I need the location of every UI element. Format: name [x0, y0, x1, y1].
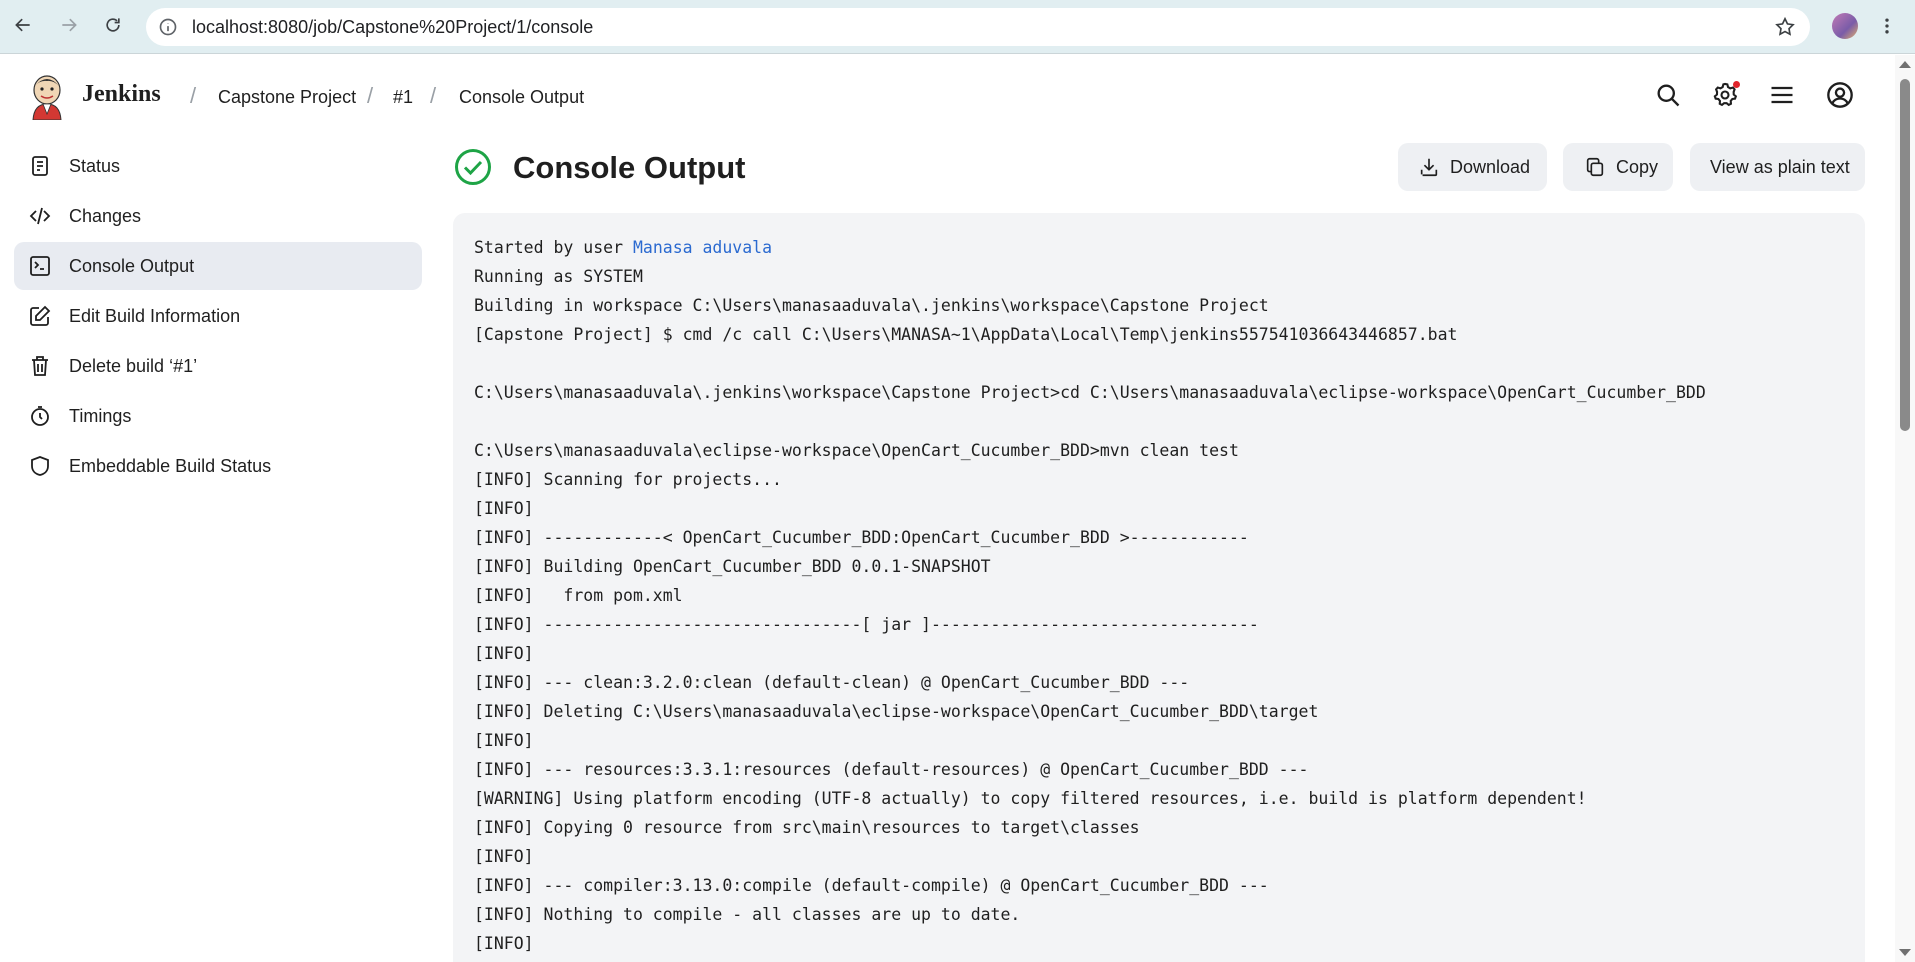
sidebar-item-embeddable-build-status[interactable]: Embeddable Build Status	[14, 442, 422, 490]
console-line: [INFO] from pom.xml	[474, 586, 683, 605]
sidebar-item-status[interactable]: Status	[14, 142, 422, 190]
sidebar-item-timings[interactable]: Timings	[14, 392, 422, 440]
user-icon[interactable]	[1826, 81, 1854, 109]
sidebar-item-edit-build-information[interactable]: Edit Build Information	[14, 292, 422, 340]
breadcrumb-separator: /	[190, 83, 197, 108]
download-icon	[1420, 158, 1438, 177]
console-line: [INFO] Copying 0 resource from src\main\…	[474, 818, 1140, 837]
breadcrumb-separator: /	[430, 83, 437, 108]
console-line: Building in workspace C:\Users\manasaadu…	[474, 296, 1269, 315]
console-text: Started by user	[474, 238, 633, 257]
console-line: [INFO] Nothing to compile - all classes …	[474, 905, 1021, 924]
copy-button[interactable]: Copy	[1563, 143, 1673, 191]
sidebar-item-label: Changes	[69, 205, 142, 226]
notification-dot	[1733, 81, 1740, 88]
trash-icon	[28, 354, 52, 378]
jenkins-header: Jenkins / Capstone Project / #1 / Consol…	[0, 55, 1895, 139]
document-icon	[28, 154, 52, 178]
console-line: [INFO] Deleting C:\Users\manasaaduvala\e…	[474, 702, 1319, 721]
shield-icon	[28, 454, 52, 478]
forward-icon[interactable]	[54, 10, 84, 40]
address-bar[interactable]: localhost:8080/job/Capstone%20Project/1/…	[146, 8, 1810, 46]
jenkins-logo-icon[interactable]	[28, 74, 66, 121]
console-log: Started by user Manasa aduvala Running as…	[474, 233, 1844, 958]
success-check-icon	[454, 148, 492, 186]
scroll-down-icon[interactable]	[1899, 949, 1911, 956]
console-line: [INFO] Scanning for projects...	[474, 470, 782, 489]
console-line: [INFO] --- resources:3.3.1:resources (de…	[474, 760, 1309, 779]
console-line: [INFO] --------------------------------[…	[474, 615, 1259, 634]
sidebar: Status Changes Console Output Edit Build…	[14, 142, 422, 492]
breadcrumb-console[interactable]: Console Output	[459, 87, 584, 108]
sidebar-item-label: Timings	[69, 405, 132, 426]
scrollbar-thumb[interactable]	[1900, 79, 1910, 431]
page-title: Console Output	[513, 150, 746, 185]
view-plain-text-button[interactable]: View as plain text	[1690, 143, 1865, 191]
search-icon[interactable]	[1654, 81, 1682, 109]
sidebar-item-label: Console Output	[69, 255, 195, 276]
profile-avatar[interactable]	[1832, 13, 1858, 39]
browser-toolbar: localhost:8080/job/Capstone%20Project/1/…	[0, 0, 1915, 54]
sidebar-item-changes[interactable]: Changes	[14, 192, 422, 240]
terminal-icon	[28, 254, 52, 278]
breadcrumb-separator: /	[367, 83, 374, 108]
console-line: C:\Users\manasaaduvala\.jenkins\workspac…	[474, 383, 1706, 402]
view-plain-text-label: View as plain text	[1710, 156, 1850, 177]
sidebar-item-label: Embeddable Build Status	[69, 455, 272, 476]
console-line: [Capstone Project] $ cmd /c call C:\User…	[474, 325, 1458, 344]
console-line: [INFO] Building OpenCart_Cucumber_BDD 0.…	[474, 557, 991, 576]
menu-lines-icon[interactable]	[1768, 81, 1796, 109]
console-line: [INFO]	[474, 644, 534, 663]
breadcrumb-build[interactable]: #1	[393, 87, 413, 108]
sidebar-item-delete-build[interactable]: Delete build ‘#1’	[14, 342, 422, 390]
back-icon[interactable]	[8, 10, 38, 40]
site-info-icon[interactable]	[158, 17, 178, 37]
scroll-up-icon[interactable]	[1899, 61, 1911, 68]
console-line: Running as SYSTEM	[474, 267, 643, 286]
console-line: C:\Users\manasaaduvala\eclipse-workspace…	[474, 441, 1239, 460]
console-line: [INFO]	[474, 731, 534, 750]
sidebar-item-label: Edit Build Information	[69, 305, 241, 326]
copy-label: Copy	[1616, 156, 1659, 177]
stopwatch-icon	[28, 404, 52, 428]
console-line: [WARNING] Using platform encoding (UTF-8…	[474, 789, 1587, 808]
breadcrumb-project[interactable]: Capstone Project	[218, 87, 356, 108]
console-line: [INFO] ------------< OpenCart_Cucumber_B…	[474, 528, 1249, 547]
console-line: [INFO]	[474, 934, 534, 953]
download-label: Download	[1450, 156, 1531, 177]
user-link[interactable]: Manasa aduvala	[633, 238, 772, 257]
jenkins-brand[interactable]: Jenkins	[82, 81, 161, 108]
download-button[interactable]: Download	[1398, 143, 1547, 191]
console-line: [INFO]	[474, 847, 534, 866]
page-scrollbar[interactable]	[1895, 55, 1915, 962]
code-icon	[28, 204, 52, 228]
sidebar-item-label: Delete build ‘#1’	[69, 355, 198, 376]
reload-icon[interactable]	[98, 10, 128, 40]
console-line: [INFO] --- compiler:3.13.0:compile (defa…	[474, 876, 1269, 895]
edit-icon	[28, 304, 52, 328]
console-line: [INFO]	[474, 499, 534, 518]
browser-menu-icon[interactable]	[1872, 11, 1902, 41]
console-line: Started by user Manasa aduvala	[474, 233, 1844, 262]
copy-icon	[1586, 157, 1604, 177]
console-output-panel: Started by user Manasa aduvala Running as…	[453, 213, 1865, 962]
sidebar-item-label: Status	[69, 155, 121, 176]
sidebar-item-console-output[interactable]: Console Output	[14, 242, 422, 290]
bookmark-star-icon[interactable]	[1774, 16, 1796, 38]
url-text[interactable]: localhost:8080/job/Capstone%20Project/1/…	[192, 8, 593, 46]
console-line: [INFO] --- clean:3.2.0:clean (default-cl…	[474, 673, 1190, 692]
